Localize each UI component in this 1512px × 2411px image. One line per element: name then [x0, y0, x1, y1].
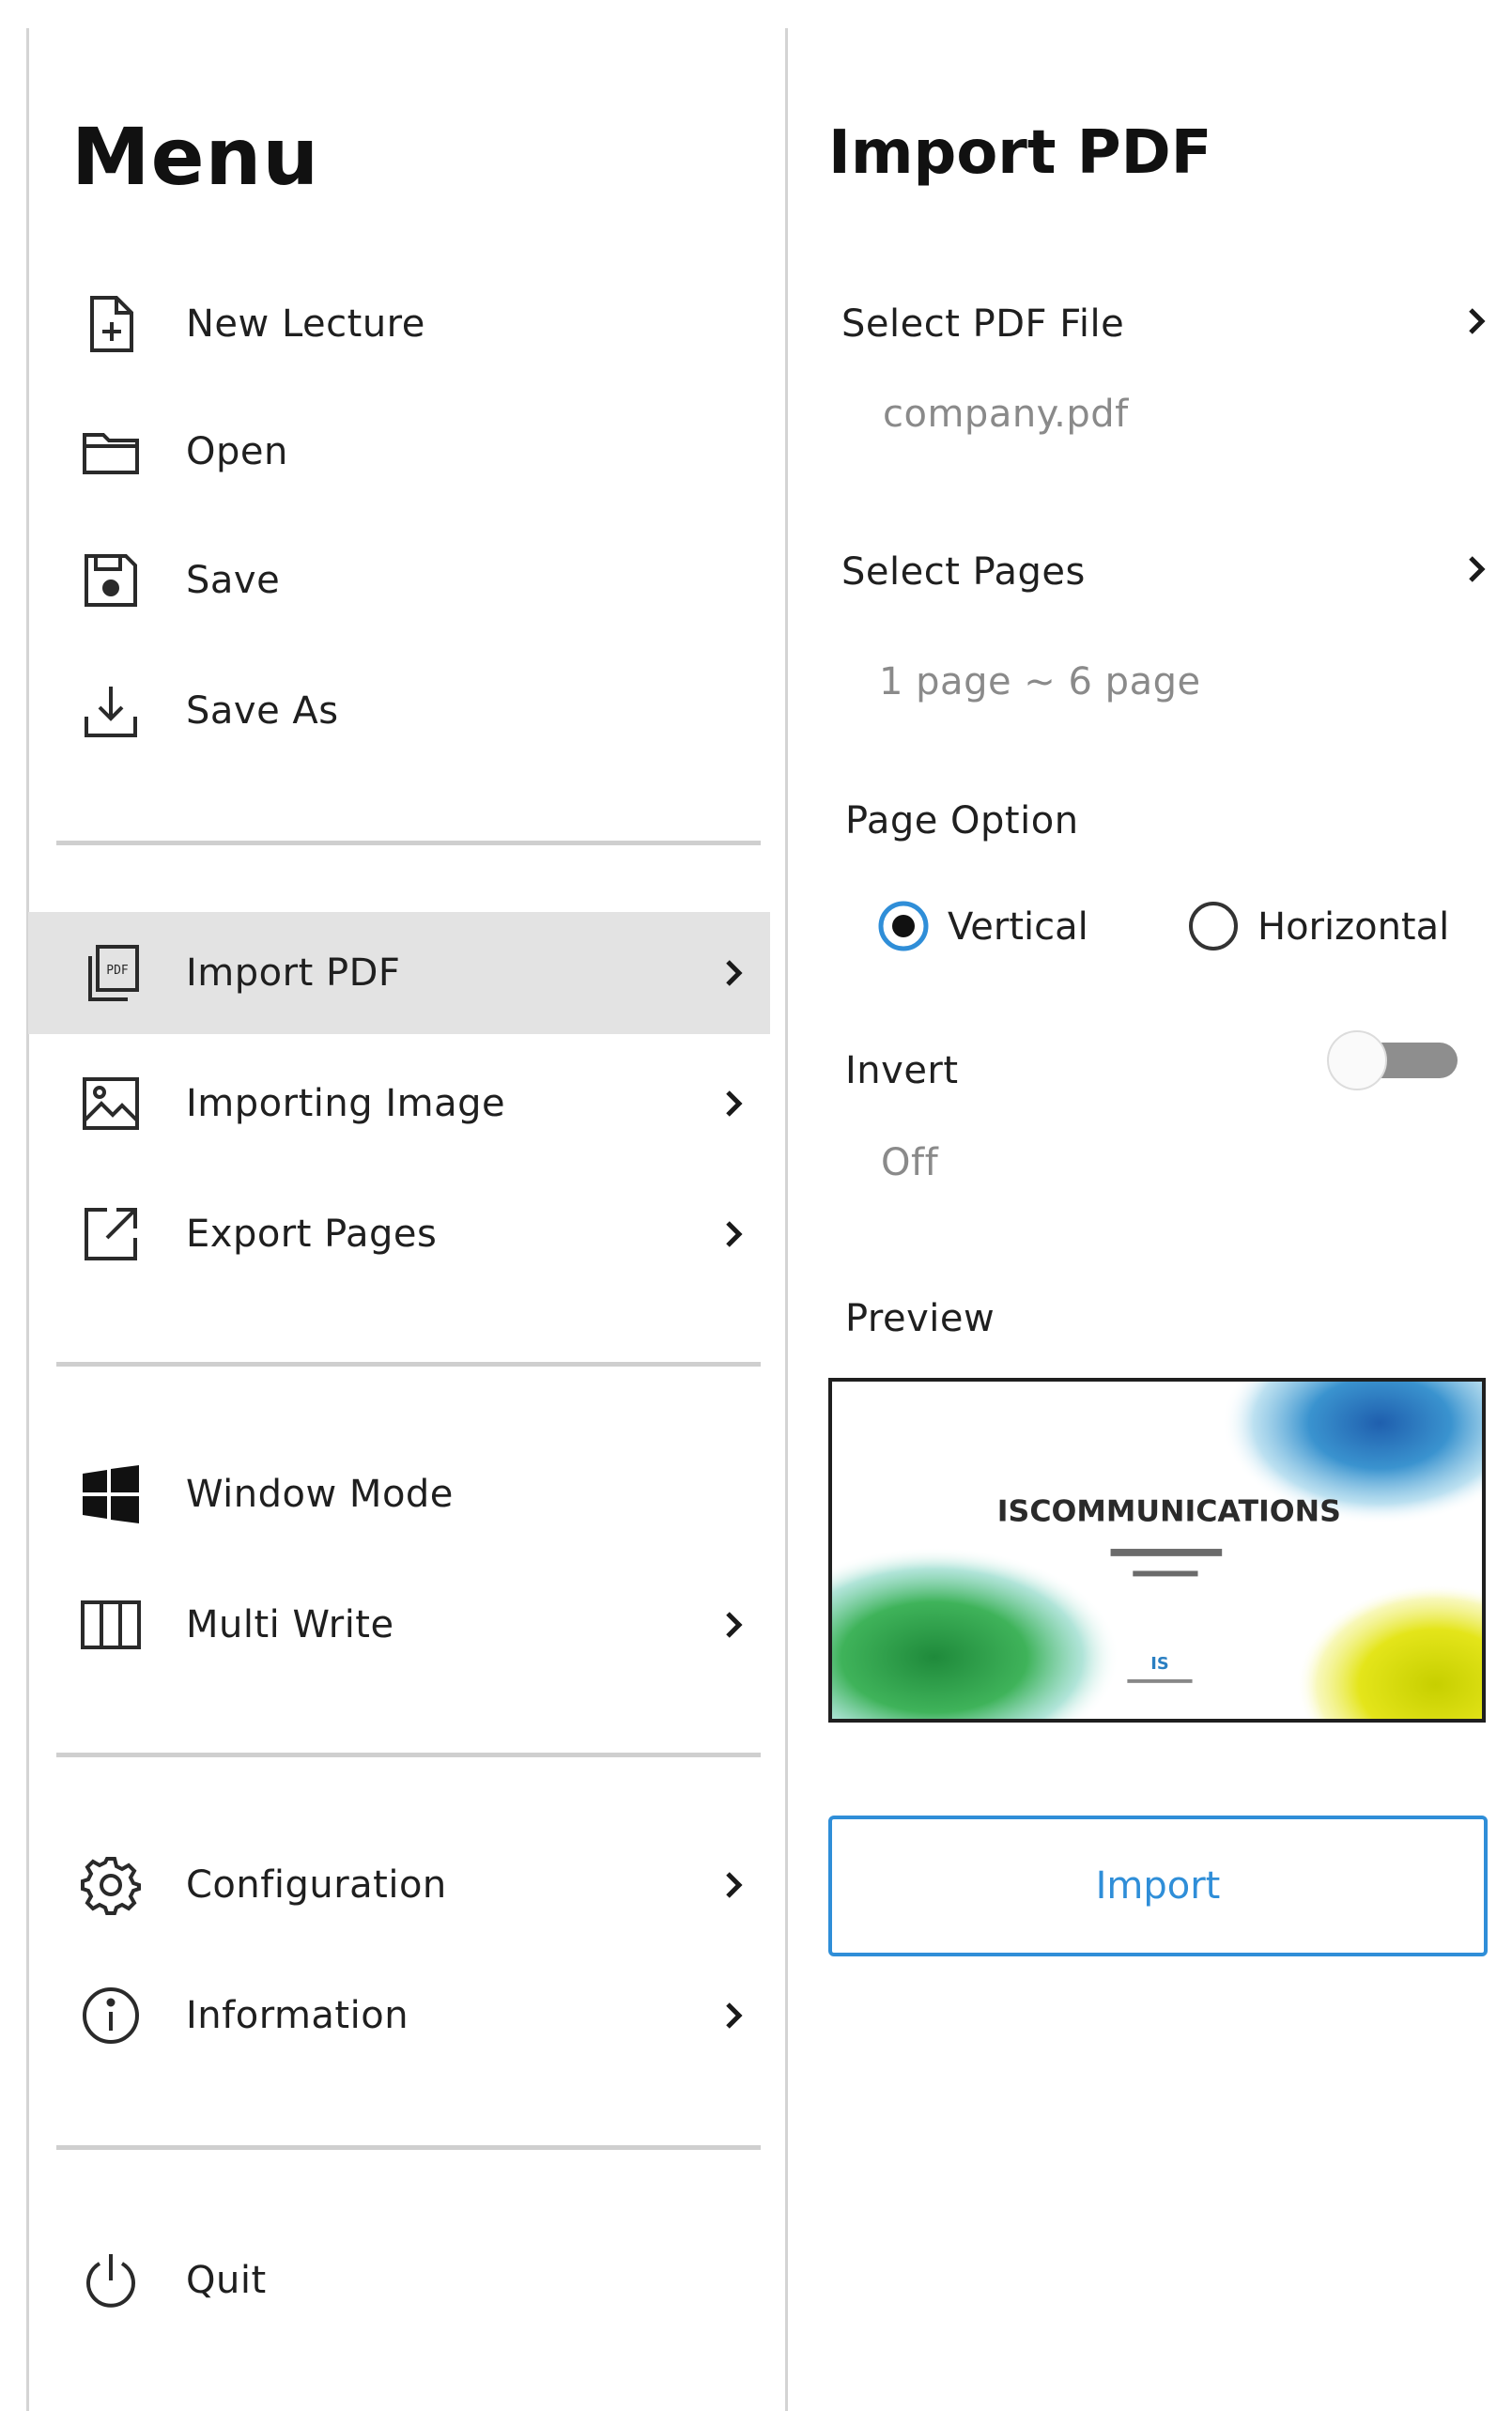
menu-title: Menu: [71, 111, 320, 203]
panel-separator: [785, 28, 788, 2411]
menu-item-multi-write[interactable]: Multi Write: [28, 1564, 770, 1686]
invert-label: Invert: [845, 1049, 959, 1092]
menu-item-label: Open: [186, 430, 288, 473]
menu-item-save-as[interactable]: Save As: [28, 650, 770, 772]
pdf-icon: PDF: [88, 945, 139, 1001]
menu-item-label: Quit: [186, 2259, 267, 2302]
menu-item-save[interactable]: Save: [28, 519, 770, 641]
chevron-right-icon: [726, 2002, 743, 2029]
selected-file-name: company.pdf: [883, 393, 1129, 436]
menu-item-window-mode[interactable]: Window Mode: [28, 1433, 770, 1555]
menu-item-label: Configuration: [186, 1863, 447, 1907]
menu-item-label: Export Pages: [186, 1213, 438, 1256]
export-icon: [85, 1208, 137, 1260]
page-option-label: Page Option: [845, 799, 1079, 842]
menu-item-new-lecture[interactable]: New Lecture: [28, 263, 770, 385]
invert-state-value: Off: [881, 1141, 939, 1184]
menu-divider: [56, 2145, 761, 2150]
menu-item-label: Import PDF: [186, 951, 401, 995]
folder-icon: [83, 433, 139, 474]
menu-item-quit[interactable]: Quit: [28, 2219, 770, 2341]
menu-item-label: Importing Image: [186, 1082, 506, 1125]
menu-item-label: New Lecture: [186, 302, 425, 346]
new-file-icon: [90, 296, 133, 352]
svg-text:PDF: PDF: [106, 964, 129, 978]
menu-item-open[interactable]: Open: [28, 391, 770, 513]
import-button[interactable]: Import: [828, 1816, 1488, 1956]
chevron-right-icon: [726, 960, 743, 986]
menu-item-label: Multi Write: [186, 1603, 394, 1646]
power-icon: [86, 2254, 135, 2308]
menu-item-configuration[interactable]: Configuration: [28, 1824, 770, 1946]
preview-logo-text: IS: [1150, 1655, 1168, 1674]
pdf-preview: ISCOMMUNICATIONS IS: [828, 1378, 1486, 1723]
windows-icon: [83, 1465, 139, 1523]
radio-vertical-label[interactable]: Vertical: [948, 905, 1088, 949]
radio-horizontal[interactable]: [1187, 900, 1240, 952]
panel-title: Import PDF: [828, 118, 1212, 188]
menu-divider: [56, 1362, 761, 1367]
radio-horizontal-label[interactable]: Horizontal: [1257, 905, 1449, 949]
preview-label: Preview: [845, 1297, 995, 1340]
radio-vertical[interactable]: [877, 900, 930, 952]
menu-item-importing-image[interactable]: Importing Image: [28, 1043, 770, 1165]
menu-item-label: Window Mode: [186, 1473, 454, 1516]
chevron-right-icon: [726, 1221, 743, 1247]
chevron-right-icon: [726, 1872, 743, 1898]
chevron-right-icon[interactable]: [1454, 547, 1499, 592]
chevron-right-icon[interactable]: [1454, 299, 1499, 344]
menu-item-export-pages[interactable]: Export Pages: [28, 1173, 770, 1295]
menu-item-label: Save As: [186, 689, 339, 733]
select-pages-label: Select Pages: [841, 550, 1086, 594]
download-icon: [85, 687, 137, 737]
save-icon: [85, 554, 137, 607]
menu-divider: [56, 841, 761, 845]
preview-slide-title: ISCOMMUNICATIONS: [997, 1495, 1341, 1529]
preview-slide-image: ISCOMMUNICATIONS IS: [832, 1382, 1482, 1719]
menu-divider: [56, 1753, 761, 1757]
menu-item-label: Save: [186, 559, 281, 602]
info-icon: [83, 1987, 139, 2044]
columns-icon: [81, 1600, 141, 1649]
invert-toggle[interactable]: [1324, 1029, 1461, 1091]
page-range-value: 1 page ~ 6 page: [879, 660, 1201, 703]
chevron-right-icon: [726, 1090, 743, 1117]
select-pdf-file-label: Select PDF File: [841, 302, 1125, 346]
chevron-right-icon: [726, 1612, 743, 1638]
gear-icon: [81, 1857, 141, 1915]
menu-item-import-pdf[interactable]: PDF Import PDF: [28, 912, 770, 1034]
image-icon: [83, 1077, 139, 1130]
menu-item-label: Information: [186, 1994, 409, 2037]
menu-item-information[interactable]: Information: [28, 1955, 770, 2077]
